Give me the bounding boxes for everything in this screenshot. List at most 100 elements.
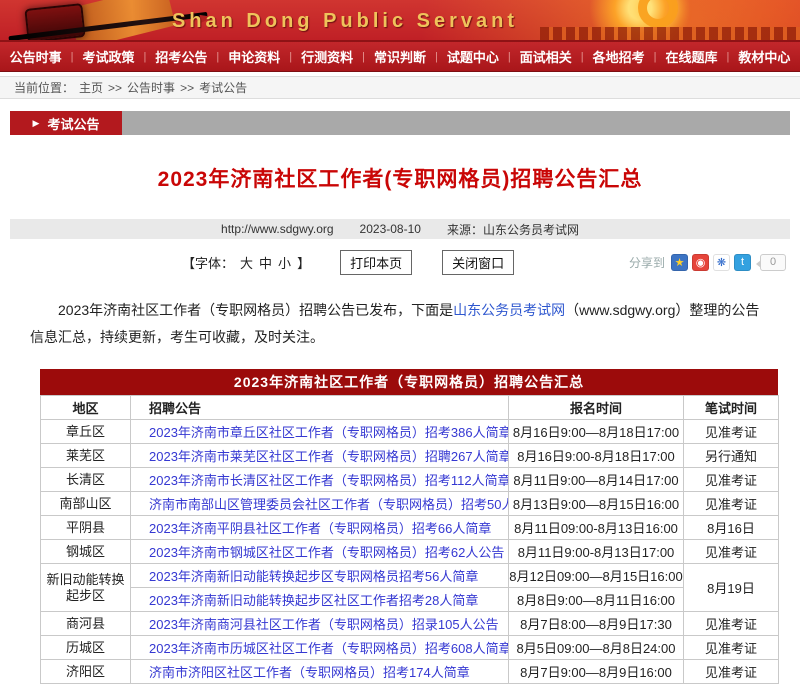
breadcrumb: 当前位置： 主页 >> 公告时事 >> 考试公告 [0, 76, 800, 99]
table-title: 2023年济南社区工作者（专职网格员）招聘公告汇总 [40, 369, 778, 395]
column-header-announcement: 招聘公告 [131, 396, 509, 420]
registration-time-cell: 8月7日9:00—8月9日16:00 [509, 660, 684, 684]
announcement-link[interactable]: 2023年济南平阴县社区工作者（专职网格员）招考66人简章 [149, 521, 491, 536]
table-header-row: 地区 招聘公告 报名时间 笔试时间 [41, 396, 779, 420]
nav-item-essay-materials[interactable]: 申论资料 [219, 47, 289, 66]
announcement-table-section: 2023年济南社区工作者（专职网格员）招聘公告汇总 地区 招聘公告 报名时间 笔… [40, 369, 778, 684]
page-title: 2023年济南社区工作者(专职网格员)招聘公告汇总 [0, 163, 800, 193]
tencent-weibo-share-icon[interactable]: t [734, 254, 751, 271]
section-tab-label: 考试公告 [47, 114, 99, 133]
table-row: 长清区 2023年济南市长清区社区工作者（专职网格员）招考112人简章 8月11… [41, 468, 779, 492]
region-cell: 济阳区 [41, 660, 131, 684]
breadcrumb-exam-notice[interactable]: 考试公告 [199, 79, 247, 96]
breadcrumb-separator: >> [108, 81, 122, 95]
site-title: Shan Dong Public Servant [0, 10, 690, 33]
registration-time-cell: 8月11日09:00-8月13日16:00 [509, 516, 684, 540]
breadcrumb-separator: >> [180, 81, 194, 95]
close-window-button[interactable]: 关闭窗口 [442, 250, 514, 275]
font-size-controls: 【字体： 大 中 小 】 [182, 253, 310, 272]
region-cell: 钢城区 [41, 540, 131, 564]
nav-item-question-center[interactable]: 试题中心 [438, 47, 508, 66]
region-cell: 新旧动能转换起步区 [41, 564, 131, 612]
nav-item-regional-recruit[interactable]: 各地招考 [584, 47, 654, 66]
sdgwy-link[interactable]: 山东公务员考试网 [453, 302, 565, 318]
share-bar: 分享到 ★ ◉ ❋ t 0 [629, 254, 786, 271]
region-cell: 莱芜区 [41, 444, 131, 468]
font-size-medium[interactable]: 中 [259, 253, 272, 272]
article-meta-bar: http://www.sdgwy.org 2023-08-10 来源：山东公务员… [10, 219, 790, 239]
announcement-link[interactable]: 2023年济南市长清区社区工作者（专职网格员）招考112人简章 [149, 473, 509, 488]
registration-time-cell: 8月13日9:00—8月15日16:00 [509, 492, 684, 516]
registration-time-cell: 8月8日9:00—8月11日16:00 [509, 588, 684, 612]
exam-time-cell: 另行通知 [684, 444, 779, 468]
table-row: 新旧动能转换起步区 2023年济南新旧动能转换起步区专职网格员招考56人简章 8… [41, 564, 779, 588]
exam-time-cell: 见准考证 [684, 492, 779, 516]
table-row: 章丘区 2023年济南市章丘区社区工作者（专职网格员）招考386人简章 8月16… [41, 420, 779, 444]
column-header-registration-time: 报名时间 [509, 396, 684, 420]
article-controls: 【字体： 大 中 小 】 打印本页 关闭窗口 分享到 ★ ◉ ❋ t 0 [0, 249, 800, 275]
share-count-badge: 0 [760, 254, 786, 271]
announcement-link[interactable]: 2023年济南商河县社区工作者（专职网格员）招录105人公告 [149, 617, 499, 632]
announcement-link[interactable]: 2023年济南市莱芜区社区工作者（专职网格员）招聘267人简章 [149, 449, 509, 464]
registration-time-cell: 8月11日9:00-8月13日17:00 [509, 540, 684, 564]
nav-item-recruit-notice[interactable]: 招考公告 [146, 47, 216, 66]
nav-item-announcements[interactable]: 公告时事 [1, 47, 71, 66]
section-bar: ▶ 考试公告 [10, 111, 790, 135]
registration-time-cell: 8月16日9:00-8月18日17:00 [509, 444, 684, 468]
exam-time-cell: 见准考证 [684, 612, 779, 636]
announcement-link[interactable]: 2023年济南新旧动能转换起步区专职网格员招考56人简章 [149, 569, 478, 584]
font-size-large[interactable]: 大 [240, 253, 253, 272]
registration-time-cell: 8月7日8:00—8月9日17:30 [509, 612, 684, 636]
exam-time-cell: 8月16日 [684, 516, 779, 540]
announcement-link[interactable]: 济南市济阳区社区工作者（专职网格员）招考174人简章 [149, 665, 470, 680]
arrow-right-icon: ▶ [33, 118, 40, 129]
tab-exam-notice[interactable]: ▶ 考试公告 [10, 111, 122, 135]
table-row: 历城区 2023年济南市历城区社区工作者（专职网格员）招考608人简章 8月5日… [41, 636, 779, 660]
article-date: 2023-08-10 [360, 222, 421, 236]
font-size-small[interactable]: 小 [278, 253, 291, 272]
nav-item-aptitude-materials[interactable]: 行测资料 [292, 47, 362, 66]
region-cell: 商河县 [41, 612, 131, 636]
table-row: 南部山区 济南市南部山区管理委员会社区工作者（专职网格员）招考50人 8月13日… [41, 492, 779, 516]
announcement-link[interactable]: 2023年济南市章丘区社区工作者（专职网格员）招考386人简章 [149, 425, 509, 440]
article-paragraph: 2023年济南社区工作者（专职网格员）招聘公告已发布，下面是山东公务员考试网（w… [30, 297, 770, 351]
nav-item-online-question-bank[interactable]: 在线题库 [657, 47, 727, 66]
weibo-share-icon[interactable]: ◉ [692, 254, 709, 271]
exam-time-cell: 见准考证 [684, 468, 779, 492]
announcement-link[interactable]: 2023年济南新旧动能转换起步区社区工作者招考28人简章 [149, 593, 478, 608]
site-banner: Shan Dong Public Servant [0, 0, 800, 42]
announcement-link[interactable]: 2023年济南市钢城区社区工作者（专职网格员）招考62人公告 [149, 545, 504, 560]
column-header-region: 地区 [41, 396, 131, 420]
table-row: 平阴县 2023年济南平阴县社区工作者（专职网格员）招考66人简章 8月11日0… [41, 516, 779, 540]
font-size-suffix: 】 [297, 253, 310, 272]
nav-item-common-knowledge[interactable]: 常识判断 [365, 47, 435, 66]
announcement-link[interactable]: 2023年济南市历城区社区工作者（专职网格员）招考608人简章 [149, 641, 509, 656]
nav-item-exam-policy[interactable]: 考试政策 [74, 47, 144, 66]
print-page-button[interactable]: 打印本页 [340, 250, 412, 275]
nav-item-textbook-center[interactable]: 教材中心 [729, 47, 799, 66]
share-label: 分享到 [629, 254, 665, 271]
region-cell: 历城区 [41, 636, 131, 660]
breadcrumb-home[interactable]: 主页 [79, 79, 103, 96]
region-cell: 长清区 [41, 468, 131, 492]
exam-time-cell: 见准考证 [684, 540, 779, 564]
registration-time-cell: 8月11日9:00—8月14日17:00 [509, 468, 684, 492]
registration-time-cell: 8月16日9:00—8月18日17:00 [509, 420, 684, 444]
paragraph-text: 2023年济南社区工作者（专职网格员）招聘公告已发布，下面是 [58, 302, 453, 318]
table-row: 2023年济南新旧动能转换起步区社区工作者招考28人简章 8月8日9:00—8月… [41, 588, 779, 612]
breadcrumb-announcements[interactable]: 公告时事 [127, 79, 175, 96]
column-header-exam-time: 笔试时间 [684, 396, 779, 420]
article-source: 来源：山东公务员考试网 [447, 221, 579, 238]
article-source-url: http://www.sdgwy.org [221, 222, 334, 236]
announcement-link[interactable]: 济南市南部山区管理委员会社区工作者（专职网格员）招考50人 [149, 497, 509, 512]
font-size-prefix: 【字体： [182, 253, 234, 272]
region-cell: 南部山区 [41, 492, 131, 516]
table-row: 莱芜区 2023年济南市莱芜区社区工作者（专职网格员）招聘267人简章 8月16… [41, 444, 779, 468]
nav-item-interview[interactable]: 面试相关 [511, 47, 581, 66]
exam-time-cell: 8月19日 [684, 564, 779, 612]
qzone-share-icon[interactable]: ★ [671, 254, 688, 271]
baidu-share-icon[interactable]: ❋ [713, 254, 730, 271]
exam-time-cell: 见准考证 [684, 420, 779, 444]
region-cell: 章丘区 [41, 420, 131, 444]
exam-time-cell: 见准考证 [684, 660, 779, 684]
